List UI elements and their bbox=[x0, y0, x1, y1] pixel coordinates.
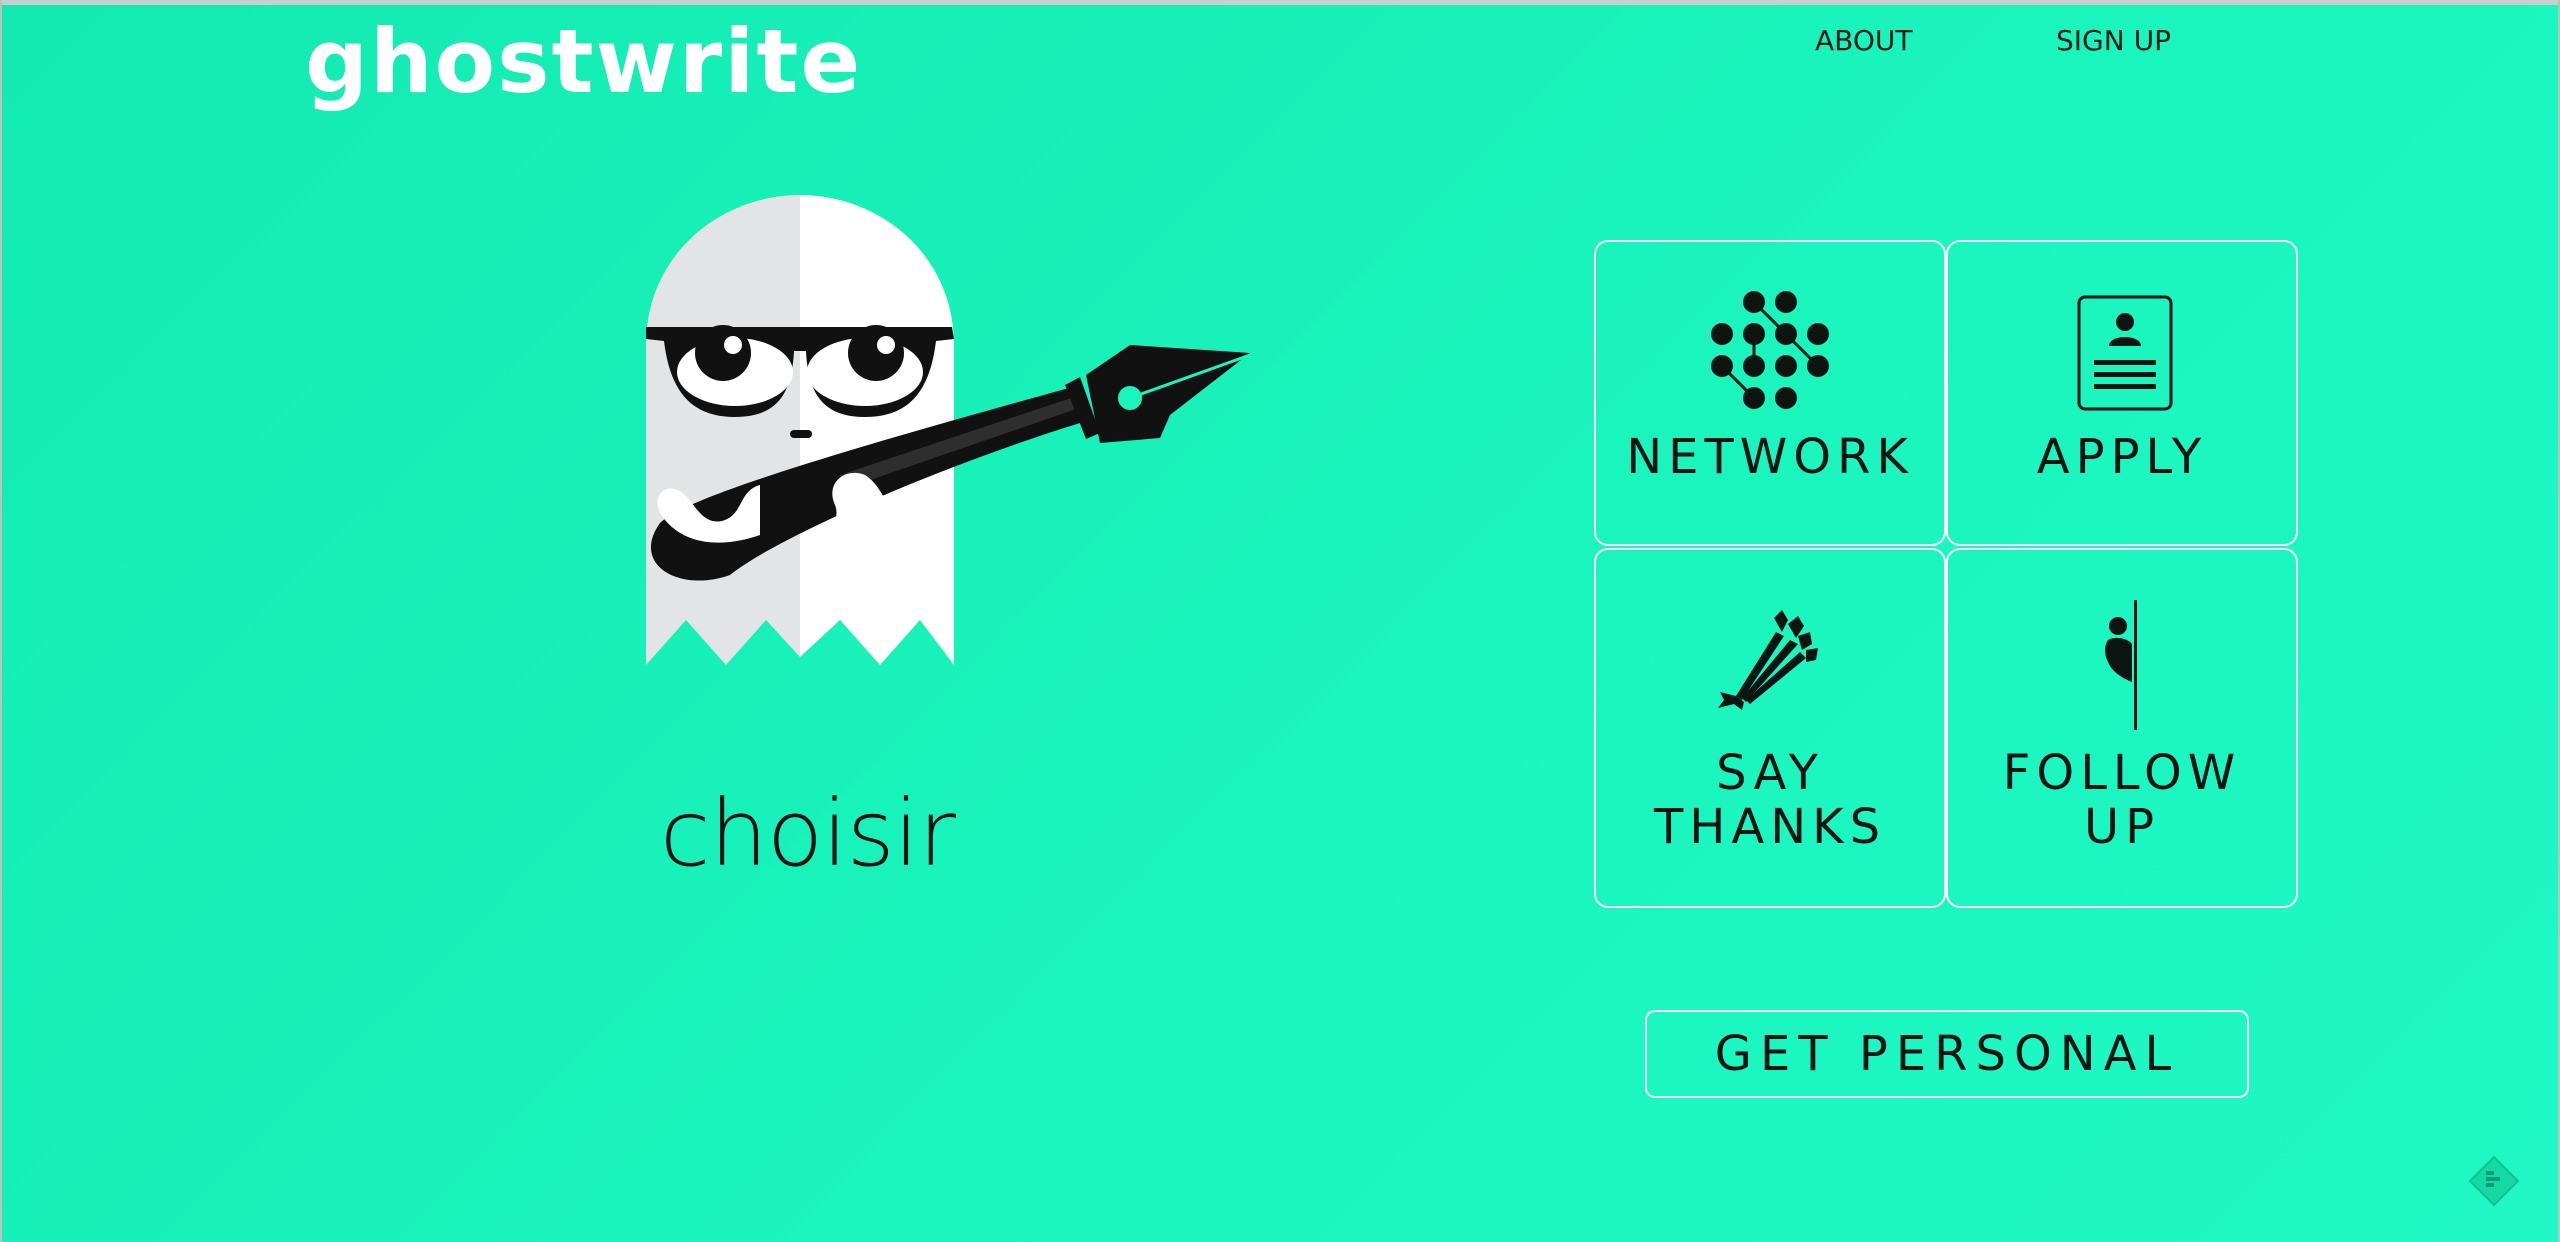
ghostwrite-logo[interactable]: ghostwrite bbox=[305, 18, 862, 106]
say-thanks-tile[interactable]: SAY THANKS bbox=[1594, 548, 1946, 908]
apply-tile[interactable]: APPLY bbox=[1946, 240, 2298, 546]
follow-up-label-line2: UP bbox=[2083, 799, 2161, 855]
follow-up-tile[interactable]: FOLLOW UP bbox=[1946, 548, 2298, 908]
network-dots-icon bbox=[1711, 291, 1829, 409]
peeking-person-icon bbox=[2105, 600, 2137, 730]
feedly-logo-icon bbox=[2468, 1155, 2520, 1207]
window-top-border bbox=[0, 0, 2560, 5]
window-left-border bbox=[0, 0, 2, 1242]
network-tile-label: NETWORK bbox=[1626, 429, 1914, 485]
ghost-illustration bbox=[640, 195, 1260, 675]
follow-up-label-line1: FOLLOW bbox=[2002, 745, 2242, 801]
feedly-icon[interactable] bbox=[2468, 1155, 2520, 1207]
flower-bouquet-icon bbox=[1718, 610, 1818, 710]
ghost-icon bbox=[646, 195, 1251, 665]
say-thanks-label-line2: THANKS bbox=[1653, 799, 1887, 855]
nav-about-link[interactable]: ABOUT bbox=[1815, 24, 1913, 57]
ghost-name-label: choisir bbox=[660, 780, 956, 887]
resume-card-icon bbox=[2077, 295, 2173, 411]
apply-tile-label: APPLY bbox=[2036, 429, 2208, 485]
get-personal-button[interactable]: GET PERSONAL bbox=[1645, 1010, 2249, 1098]
network-tile[interactable]: NETWORK bbox=[1594, 240, 1946, 546]
nav-signup-link[interactable]: SIGN UP bbox=[2056, 24, 2171, 57]
say-thanks-label-line1: SAY bbox=[1716, 745, 1824, 801]
